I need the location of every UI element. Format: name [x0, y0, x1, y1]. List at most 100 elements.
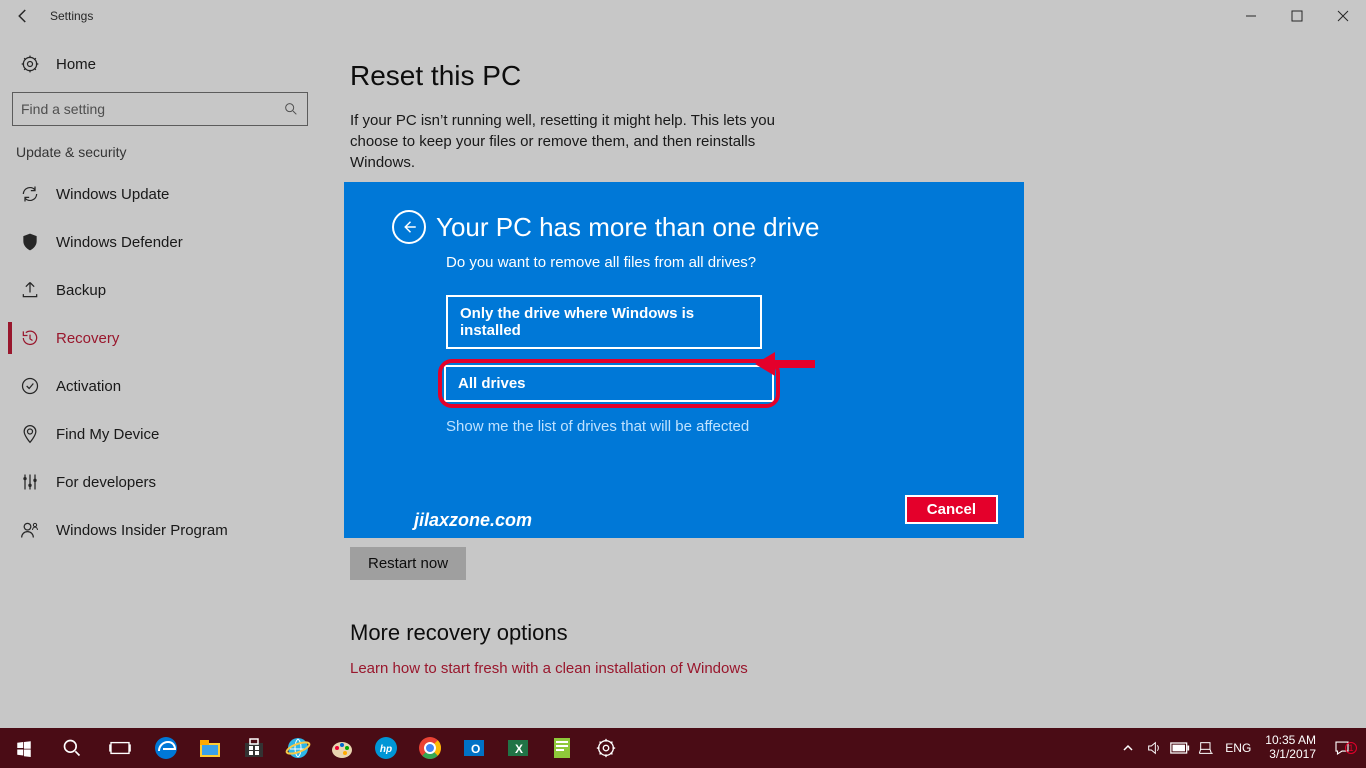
outlook-icon: O — [461, 735, 487, 761]
sidebar-home[interactable]: Home — [8, 44, 312, 84]
window-title: Settings — [50, 9, 93, 23]
clean-install-link[interactable]: Learn how to start fresh with a clean in… — [350, 660, 748, 677]
reset-description: If your PC isn’t running well, resetting… — [350, 110, 780, 173]
taskbar-app-paint[interactable] — [320, 728, 364, 768]
taskbar-app-store[interactable] — [232, 728, 276, 768]
tray-time: 10:35 AM — [1265, 734, 1316, 748]
taskbar-app-explorer[interactable] — [188, 728, 232, 768]
chrome-icon — [417, 735, 443, 761]
restart-now-button[interactable]: Restart now — [350, 547, 466, 580]
watermark: jilaxzone.com — [414, 510, 532, 531]
task-view-button[interactable] — [96, 728, 144, 768]
sidebar-home-label: Home — [56, 56, 96, 73]
person-icon — [20, 520, 40, 540]
tray-language[interactable]: ENG — [1225, 741, 1251, 755]
sliders-icon — [20, 472, 40, 492]
paint-icon — [329, 735, 355, 761]
svg-text:X: X — [515, 742, 523, 756]
tray-volume[interactable] — [1141, 728, 1167, 768]
sidebar-item-label: Windows Defender — [56, 234, 183, 251]
start-button[interactable] — [0, 728, 48, 768]
tray-date: 3/1/2017 — [1265, 748, 1316, 762]
gear-icon — [595, 737, 617, 759]
sidebar-item-label: For developers — [56, 474, 156, 491]
history-icon — [20, 328, 40, 348]
minimize-button[interactable] — [1228, 0, 1274, 32]
sidebar-item-insider[interactable]: Windows Insider Program — [8, 506, 312, 554]
refresh-icon — [20, 184, 40, 204]
annotation-highlight: All drives — [442, 363, 776, 404]
excel-icon: X — [505, 735, 531, 761]
annotation-arrow-icon — [750, 344, 820, 384]
cancel-button[interactable]: Cancel — [905, 495, 998, 524]
sidebar-item-label: Activation — [56, 378, 121, 395]
windows-icon — [15, 739, 33, 757]
sidebar-item-label: Windows Insider Program — [56, 522, 228, 539]
store-icon — [241, 735, 267, 761]
taskbar-app-settings[interactable] — [584, 728, 628, 768]
option-only-windows-drive[interactable]: Only the drive where Windows is installe… — [446, 295, 762, 349]
sidebar-item-label: Backup — [56, 282, 106, 299]
taskbar-app-edge[interactable] — [144, 728, 188, 768]
svg-text:O: O — [471, 742, 480, 756]
sidebar-item-backup[interactable]: Backup — [8, 266, 312, 314]
search-icon — [62, 738, 82, 758]
taskbar-search[interactable] — [48, 728, 96, 768]
reset-dialog: Your PC has more than one drive Do you w… — [344, 182, 1024, 538]
sidebar-item-label: Find My Device — [56, 426, 159, 443]
sidebar-item-label: Recovery — [56, 330, 119, 347]
tray-network[interactable] — [1193, 728, 1219, 768]
folder-icon — [197, 735, 223, 761]
location-icon — [20, 424, 40, 444]
option-all-drives[interactable]: All drives — [444, 365, 774, 402]
taskbar-app-hp[interactable]: hp — [364, 728, 408, 768]
sidebar-item-label: Windows Update — [56, 186, 169, 203]
taskbar-app-notepadpp[interactable] — [540, 728, 584, 768]
more-options-heading: More recovery options — [350, 620, 1336, 646]
titlebar: Settings — [0, 0, 1366, 32]
close-button[interactable] — [1320, 0, 1366, 32]
hp-icon: hp — [373, 735, 399, 761]
back-button[interactable] — [0, 0, 46, 32]
taskbar-app-chrome[interactable] — [408, 728, 452, 768]
edge-icon — [153, 735, 179, 761]
backup-icon — [20, 280, 40, 300]
sidebar-item-activation[interactable]: Activation — [8, 362, 312, 410]
notepad-icon — [549, 735, 575, 761]
taskbar-app-ie[interactable] — [276, 728, 320, 768]
dialog-subtitle: Do you want to remove all files from all… — [446, 254, 990, 271]
tray-clock[interactable]: 10:35 AM 3/1/2017 — [1257, 734, 1324, 762]
notification-badge: 1 — [1345, 742, 1357, 754]
search-input[interactable]: Find a setting — [12, 92, 308, 126]
dialog-back-button[interactable] — [392, 210, 426, 244]
sidebar-item-windows-defender[interactable]: Windows Defender — [8, 218, 312, 266]
sidebar: Home Find a setting Update & security Wi… — [0, 32, 320, 768]
system-tray: ENG 10:35 AM 3/1/2017 1 — [1115, 728, 1366, 768]
check-circle-icon — [20, 376, 40, 396]
search-placeholder: Find a setting — [21, 101, 283, 117]
search-icon — [283, 101, 299, 117]
sidebar-item-windows-update[interactable]: Windows Update — [8, 170, 312, 218]
maximize-button[interactable] — [1274, 0, 1320, 32]
sidebar-category: Update & security — [8, 144, 312, 170]
action-center-button[interactable]: 1 — [1324, 739, 1360, 757]
svg-text:hp: hp — [380, 744, 392, 755]
network-icon — [1198, 740, 1214, 756]
tray-chevron[interactable] — [1115, 728, 1141, 768]
chevron-up-icon — [1122, 742, 1134, 754]
show-drives-link[interactable]: Show me the list of drives that will be … — [446, 418, 990, 435]
ie-icon — [285, 735, 311, 761]
battery-icon — [1170, 742, 1190, 754]
task-view-icon — [109, 739, 131, 757]
sidebar-item-find-my-device[interactable]: Find My Device — [8, 410, 312, 458]
dialog-title: Your PC has more than one drive — [436, 212, 820, 243]
taskbar: hp O X ENG 10:35 AM 3/1/2017 1 — [0, 728, 1366, 768]
tray-battery[interactable] — [1167, 728, 1193, 768]
sidebar-item-for-developers[interactable]: For developers — [8, 458, 312, 506]
reset-heading: Reset this PC — [350, 60, 1336, 92]
taskbar-app-excel[interactable]: X — [496, 728, 540, 768]
taskbar-app-outlook[interactable]: O — [452, 728, 496, 768]
volume-icon — [1146, 740, 1162, 756]
shield-icon — [20, 232, 40, 252]
sidebar-item-recovery[interactable]: Recovery — [8, 314, 312, 362]
